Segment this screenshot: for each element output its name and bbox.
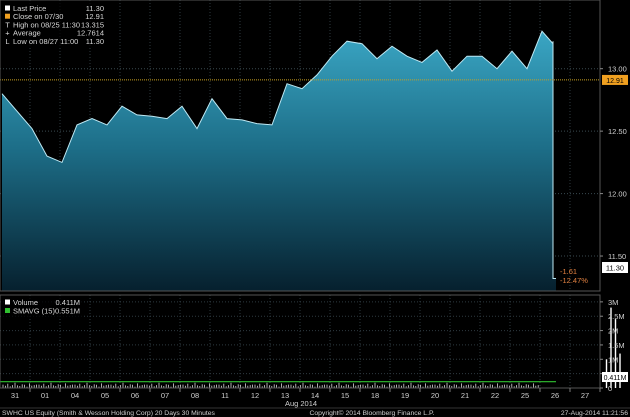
volume-legend-value: 0.551M	[55, 307, 80, 316]
volume-y-tick-label: 3M	[608, 298, 618, 307]
legend-swatch	[5, 13, 10, 19]
volume-legend-swatch	[5, 308, 10, 313]
last-volume-tag-label: 0.411M	[604, 375, 627, 382]
x-tick-label: 11	[221, 391, 229, 400]
volume-legend: Volume 0.411MSMAVG (15) 0.551M	[2, 297, 82, 319]
volume-bars	[2, 307, 621, 388]
volume-legend-swatch	[5, 299, 10, 305]
legend-glyph: L	[5, 37, 9, 46]
footer-copyright: Copyright© 2014 Bloomberg Finance L.P.	[309, 409, 434, 417]
volume-y-tick-label: 0	[608, 384, 612, 393]
x-tick-label: 25	[521, 391, 529, 400]
change-abs-label: -1.61	[560, 267, 577, 276]
legend-swatch	[5, 5, 10, 11]
x-tick-label: 12	[251, 391, 259, 400]
x-tick-label: 08	[191, 391, 199, 400]
change-pct-label: -12.47%	[560, 276, 588, 285]
x-tick-label: 20	[431, 391, 439, 400]
legend-label: Low on 08/27 11:00	[13, 37, 78, 46]
price-panel: 11.50 12.00 12.50 13.00 12.91 11.30 -1.61 -1…	[0, 0, 628, 292]
x-tick-label: 21	[461, 391, 469, 400]
x-tick-label: 27	[581, 391, 589, 400]
x-tick-label: 26	[551, 391, 559, 400]
price-y-axis: 11.50 12.00 12.50 13.00 12.91	[600, 65, 628, 261]
x-axis-month-label: Aug 2014	[285, 399, 317, 408]
price-y-tick-label: 13.00	[608, 65, 627, 74]
x-tick-label: 06	[131, 391, 139, 400]
x-tick-label: 05	[101, 391, 109, 400]
legend-value: 11.30	[86, 37, 104, 46]
x-tick-label: 31	[11, 391, 19, 400]
volume-legend-label: SMAVG (15)	[13, 307, 55, 316]
footer-timestamp: 27-Aug-2014 11:21:56	[561, 410, 628, 417]
volume-y-tick-label: 2M	[608, 327, 618, 336]
volume-grid	[0, 295, 600, 389]
price-y-tick-label: 12.50	[608, 127, 627, 136]
x-tick-label: 15	[341, 391, 349, 400]
x-tick-label: 01	[41, 391, 49, 400]
price-legend: Last Price 11.30Close on 07/30 12.91T High …	[2, 3, 106, 47]
volume-panel: 0 1M 1.5M 2M 2.5M 3M 0.411M Volume 0.411MSMAVG…	[0, 294, 628, 393]
volume-y-tick-label: 1.5M	[608, 341, 625, 350]
price-area	[2, 31, 556, 291]
price-y-tick-label: 11.50	[608, 252, 626, 261]
x-tick-label: 04	[71, 391, 79, 400]
x-tick-label: 19	[401, 391, 409, 400]
price-y-tick-label: 12.00	[608, 190, 627, 199]
volume-y-tick-label: 1M	[608, 355, 618, 364]
x-tick-label: 18	[371, 391, 379, 400]
last-price-tag-label: 11.30	[606, 264, 624, 273]
volume-y-tick-label: 2.5M	[608, 312, 625, 321]
close-reference-tag-label: 12.91	[606, 78, 624, 85]
chart-canvas: 11.50 12.00 12.50 13.00 12.91 11.30 -1.61 -1…	[0, 0, 630, 417]
x-tick-label: 07	[161, 391, 169, 400]
x-tick-label: 22	[491, 391, 499, 400]
footer-left: SWHC US Equity (Smith & Wesson Holding C…	[2, 410, 216, 417]
